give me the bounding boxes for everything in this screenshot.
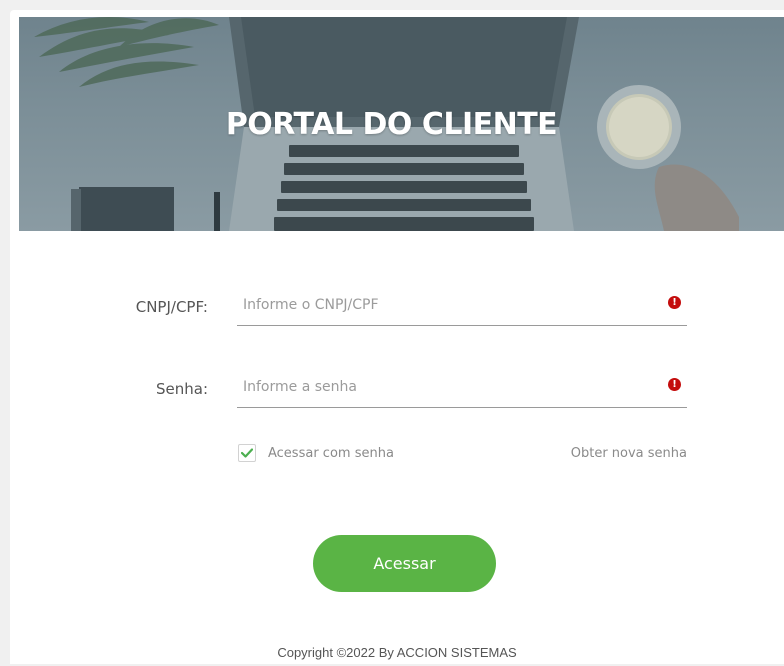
- remember-label: Acessar com senha: [268, 445, 394, 461]
- exclamation-circle-icon: !: [668, 296, 681, 309]
- remember-option[interactable]: Acessar com senha: [238, 443, 394, 463]
- cnpj-field-wrapper: !: [237, 282, 687, 326]
- submit-button[interactable]: Acessar: [313, 535, 496, 592]
- password-field-wrapper: !: [237, 364, 687, 408]
- login-card: PORTAL DO CLIENTE CNPJ/CPF: ! Senha: ! A…: [10, 10, 784, 664]
- password-input[interactable]: [243, 374, 643, 400]
- cnpj-input[interactable]: [243, 292, 643, 318]
- cnpj-label: CNPJ/CPF:: [135, 298, 208, 316]
- check-icon: [241, 448, 253, 458]
- hero-banner: PORTAL DO CLIENTE: [19, 17, 784, 231]
- new-password-link[interactable]: Obter nova senha: [571, 446, 687, 461]
- page-title: PORTAL DO CLIENTE: [225, 107, 558, 142]
- password-row: Senha: !: [10, 364, 784, 424]
- password-label: Senha:: [155, 380, 208, 398]
- exclamation-circle-icon: !: [668, 378, 681, 391]
- cnpj-row: CNPJ/CPF: !: [10, 282, 784, 342]
- copyright-text: Copyright ©2022 By ACCION SISTEMAS: [277, 645, 517, 660]
- remember-checkbox[interactable]: [238, 444, 256, 462]
